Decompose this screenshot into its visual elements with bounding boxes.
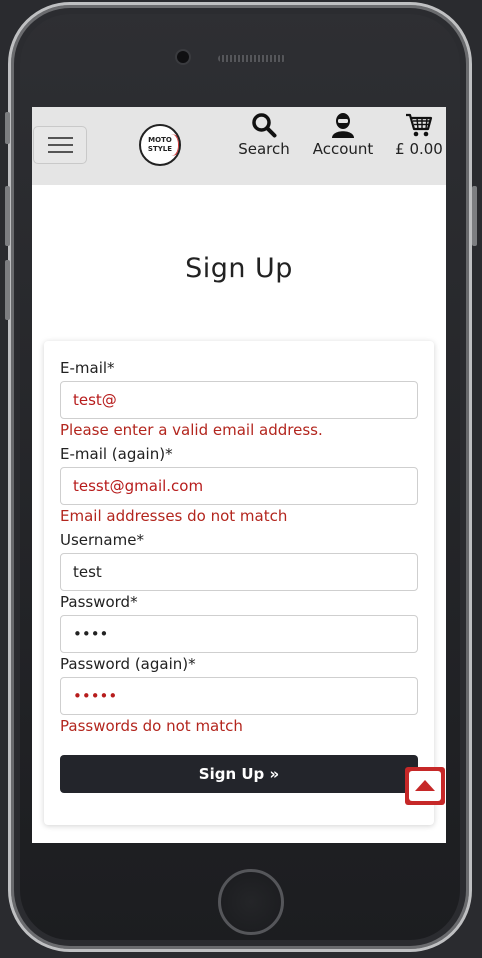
email-field[interactable]: [60, 381, 418, 419]
signup-form: E-mail* Please enter a valid email addre…: [44, 341, 434, 825]
logo-text: MOTO STYLE: [147, 136, 173, 153]
hamburger-line: [48, 151, 73, 153]
navbar: MOTO STYLE Search Account £ 0.00: [32, 107, 446, 185]
username-label: Username*: [60, 531, 144, 549]
search-link[interactable]: Search: [233, 112, 295, 158]
brand-logo[interactable]: MOTO STYLE: [139, 124, 181, 166]
search-icon: [252, 113, 277, 138]
email-label: E-mail*: [60, 359, 115, 377]
cart-link[interactable]: £ 0.00: [392, 112, 446, 158]
hamburger-line: [48, 144, 73, 146]
volume-up-button: [5, 186, 10, 246]
hamburger-icon: [48, 137, 73, 139]
home-button[interactable]: [218, 869, 284, 935]
camera: [177, 51, 189, 63]
page-title: Sign Up: [185, 253, 293, 284]
password-again-field[interactable]: [60, 677, 418, 715]
email-again-field[interactable]: [60, 467, 418, 505]
search-label: Search: [238, 140, 290, 158]
password-match-error: Passwords do not match: [60, 717, 243, 735]
account-link[interactable]: Account: [310, 112, 376, 158]
account-icon: [332, 113, 354, 138]
password-again-label: Password (again)*: [60, 655, 196, 673]
sign-up-button[interactable]: Sign Up »: [60, 755, 418, 793]
password-field[interactable]: [60, 615, 418, 653]
speaker: [218, 55, 286, 62]
account-label: Account: [312, 140, 374, 158]
cart-total: £ 0.00: [395, 140, 443, 158]
email-match-error: Email addresses do not match: [60, 507, 288, 525]
cart-icon: [406, 113, 433, 137]
back-to-top-button[interactable]: [405, 767, 445, 805]
mute-switch: [5, 112, 10, 144]
menu-toggle-button[interactable]: [33, 126, 87, 164]
screen: MOTO STYLE Search Account £ 0.00 Sign Up…: [32, 107, 446, 843]
back-to-top-icon: [409, 771, 441, 801]
username-field[interactable]: [60, 553, 418, 591]
password-label: Password*: [60, 593, 138, 611]
volume-down-button: [5, 260, 10, 320]
email-error: Please enter a valid email address.: [60, 421, 323, 439]
power-button: [472, 186, 477, 246]
email-again-label: E-mail (again)*: [60, 445, 173, 463]
